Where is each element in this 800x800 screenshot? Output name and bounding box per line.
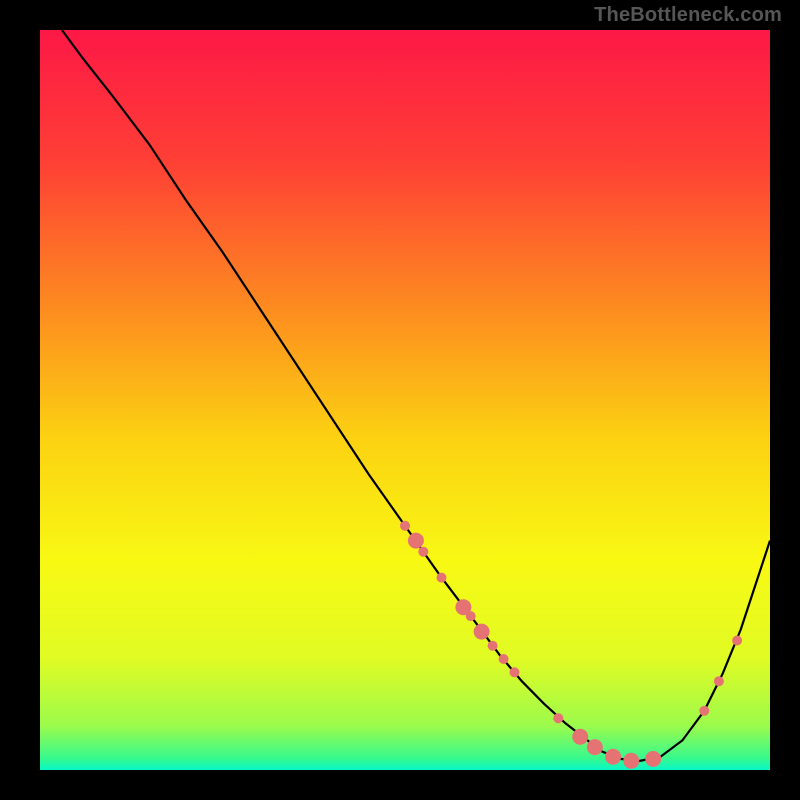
scatter-point — [510, 667, 520, 677]
scatter-point — [400, 521, 410, 531]
scatter-point — [572, 729, 588, 745]
scatter-point — [645, 751, 661, 767]
scatter-point — [474, 624, 490, 640]
scatter-point — [587, 739, 603, 755]
chart-plot — [40, 30, 770, 770]
scatter-point — [466, 611, 476, 621]
scatter-point — [732, 636, 742, 646]
chart-root: TheBottleneck.com — [0, 0, 800, 800]
scatter-point — [408, 533, 424, 549]
scatter-point — [488, 641, 498, 651]
scatter-point — [437, 573, 447, 583]
scatter-point — [499, 654, 509, 664]
scatter-point — [605, 749, 621, 765]
gradient-background — [40, 30, 770, 770]
scatter-point — [553, 713, 563, 723]
scatter-point — [623, 753, 639, 769]
scatter-point — [418, 547, 428, 557]
watermark-text: TheBottleneck.com — [594, 4, 782, 27]
scatter-point — [699, 706, 709, 716]
scatter-point — [714, 676, 724, 686]
